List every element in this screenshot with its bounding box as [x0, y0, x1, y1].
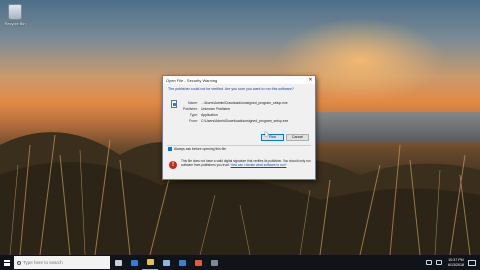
field-row-name: Name: ...\Users\Admin\Downloads\unsigned… [181, 101, 314, 106]
edge-icon [130, 259, 138, 266]
volume-icon[interactable] [436, 260, 442, 265]
app-icon [210, 259, 218, 266]
store-icon [162, 259, 170, 266]
field-label: Name: [188, 101, 198, 105]
mail-icon [178, 259, 186, 266]
recycle-bin-icon [8, 4, 22, 20]
taskbar-file-explorer-button[interactable] [142, 255, 158, 270]
taskbar-clock[interactable]: 10:37 PM 6/13/2018 [448, 258, 464, 266]
application-file-icon [171, 100, 177, 108]
always-ask-label: Always ask before opening this file [174, 147, 227, 151]
task-view-icon [114, 259, 122, 266]
network-icon[interactable] [426, 260, 432, 265]
clock-time: 10:37 PM [448, 258, 464, 263]
system-tray: 10:37 PM 6/13/2018 [424, 255, 480, 270]
dialog-divider [167, 145, 311, 146]
warning-message: This file does not have a valid digital … [181, 159, 311, 167]
recycle-bin-shortcut[interactable]: Recycle Bin [4, 4, 26, 26]
action-center-icon[interactable] [468, 259, 476, 266]
taskbar-mail-button[interactable] [174, 255, 190, 270]
cancel-button[interactable]: Cancel [286, 134, 309, 141]
field-label: Publisher: [182, 107, 198, 111]
always-ask-checkbox-row[interactable]: Always ask before opening this file [168, 147, 226, 151]
recycle-bin-label: Recycle Bin [4, 21, 26, 26]
pinned-apps [110, 255, 222, 270]
always-ask-checkbox[interactable] [168, 147, 172, 151]
taskbar: 10:37 PM 6/13/2018 [0, 255, 480, 270]
taskbar-store-button[interactable] [158, 255, 174, 270]
taskbar-search-box[interactable] [14, 256, 110, 269]
taskbar-edge-button[interactable] [126, 255, 142, 270]
field-label: Type: [189, 113, 198, 117]
field-row-type: Type: Application [181, 113, 314, 118]
taskbar-app-button[interactable] [206, 255, 222, 270]
clock-date: 6/13/2018 [448, 262, 464, 267]
security-warning-dialog: Open File - Security Warning ✕ The publi… [162, 75, 316, 180]
dialog-title: Open File - Security Warning [166, 77, 218, 83]
field-row-publisher: Publisher: Unknown Publisher [181, 107, 314, 112]
field-label: From: [189, 119, 198, 123]
field-value: Application [201, 113, 218, 117]
windows-logo-icon [4, 259, 10, 266]
file-explorer-icon [146, 259, 154, 265]
field-value: ...\Users\Admin\Downloads\unsigned_progr… [201, 101, 288, 105]
field-value: Unknown Publisher [201, 107, 231, 111]
field-row-from: From: C:\Users\Admin\Downloads\unsigned_… [181, 119, 314, 124]
warning-help-link[interactable]: How can I decide what software to run? [231, 163, 287, 167]
taskbar-media-button[interactable] [190, 255, 206, 270]
start-button[interactable] [0, 255, 14, 270]
dialog-question: The publisher could not be verified. Are… [168, 87, 294, 91]
warning-shield-icon: ! [169, 161, 177, 169]
taskbar-task-view-button[interactable] [110, 255, 126, 270]
dialog-titlebar[interactable]: Open File - Security Warning ✕ [163, 76, 315, 84]
search-icon [17, 260, 21, 265]
media-icon [194, 259, 202, 266]
field-value: C:\Users\Admin\Downloads\unsigned_progra… [201, 119, 289, 123]
search-input[interactable] [23, 260, 103, 265]
close-icon[interactable]: ✕ [306, 76, 315, 84]
